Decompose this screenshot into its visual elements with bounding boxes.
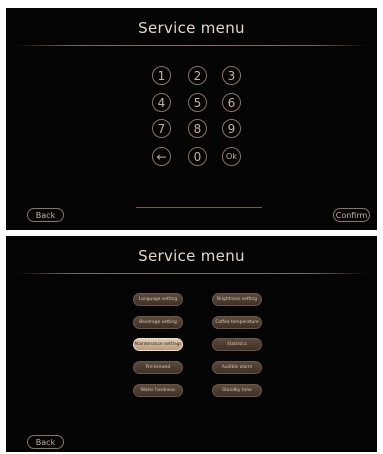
keypad-key-0[interactable]: 0 [188, 147, 207, 166]
title-divider [16, 273, 367, 274]
keypad-key-9[interactable]: 9 [222, 119, 241, 138]
maintenance-settings-button[interactable]: Maintenance settings [133, 338, 183, 351]
audible-alarm-button[interactable]: Audible alarm [212, 361, 262, 374]
back-button[interactable]: Back [27, 435, 64, 449]
service-menu-settings-screen: Service menu Back Language setting Bevera… [6, 236, 377, 452]
back-button[interactable]: Back [27, 208, 64, 222]
water-hardness-button[interactable]: Water hardness [133, 384, 183, 397]
language-setting-button[interactable]: Language setting [133, 293, 183, 306]
keypad-ok-key[interactable]: Ok [222, 147, 241, 166]
statistics-button[interactable]: Statistics [212, 338, 262, 351]
keypad-key-4[interactable]: 4 [152, 93, 171, 112]
beverage-setting-button[interactable]: Beverage setting [133, 316, 183, 329]
coffee-temperature-button[interactable]: Coffee temperature [212, 316, 262, 329]
keypad-key-5[interactable]: 5 [188, 93, 207, 112]
keypad-key-7[interactable]: 7 [152, 119, 171, 138]
keypad-backspace-key[interactable]: ← [152, 147, 171, 166]
keypad-key-1[interactable]: 1 [152, 66, 171, 85]
standby-time-button[interactable]: Standby time [212, 384, 262, 397]
brightness-setting-button[interactable]: Brightness setting [212, 293, 262, 306]
keypad-key-6[interactable]: 6 [222, 93, 241, 112]
confirm-button[interactable]: Confirm [333, 208, 370, 222]
page-title: Service menu [138, 19, 245, 37]
keypad-key-3[interactable]: 3 [222, 66, 241, 85]
service-menu-keypad-screen: Service menu Back Confirm 1 2 3 4 5 6 7 8 9 ← 0 Ok [6, 8, 377, 230]
code-entry-line [136, 207, 262, 208]
pre-brewed-button[interactable]: Pre-brewed [133, 361, 183, 374]
keypad-key-2[interactable]: 2 [188, 66, 207, 85]
page-title: Service menu [138, 247, 245, 265]
keypad-key-8[interactable]: 8 [188, 119, 207, 138]
title-divider [16, 45, 367, 46]
